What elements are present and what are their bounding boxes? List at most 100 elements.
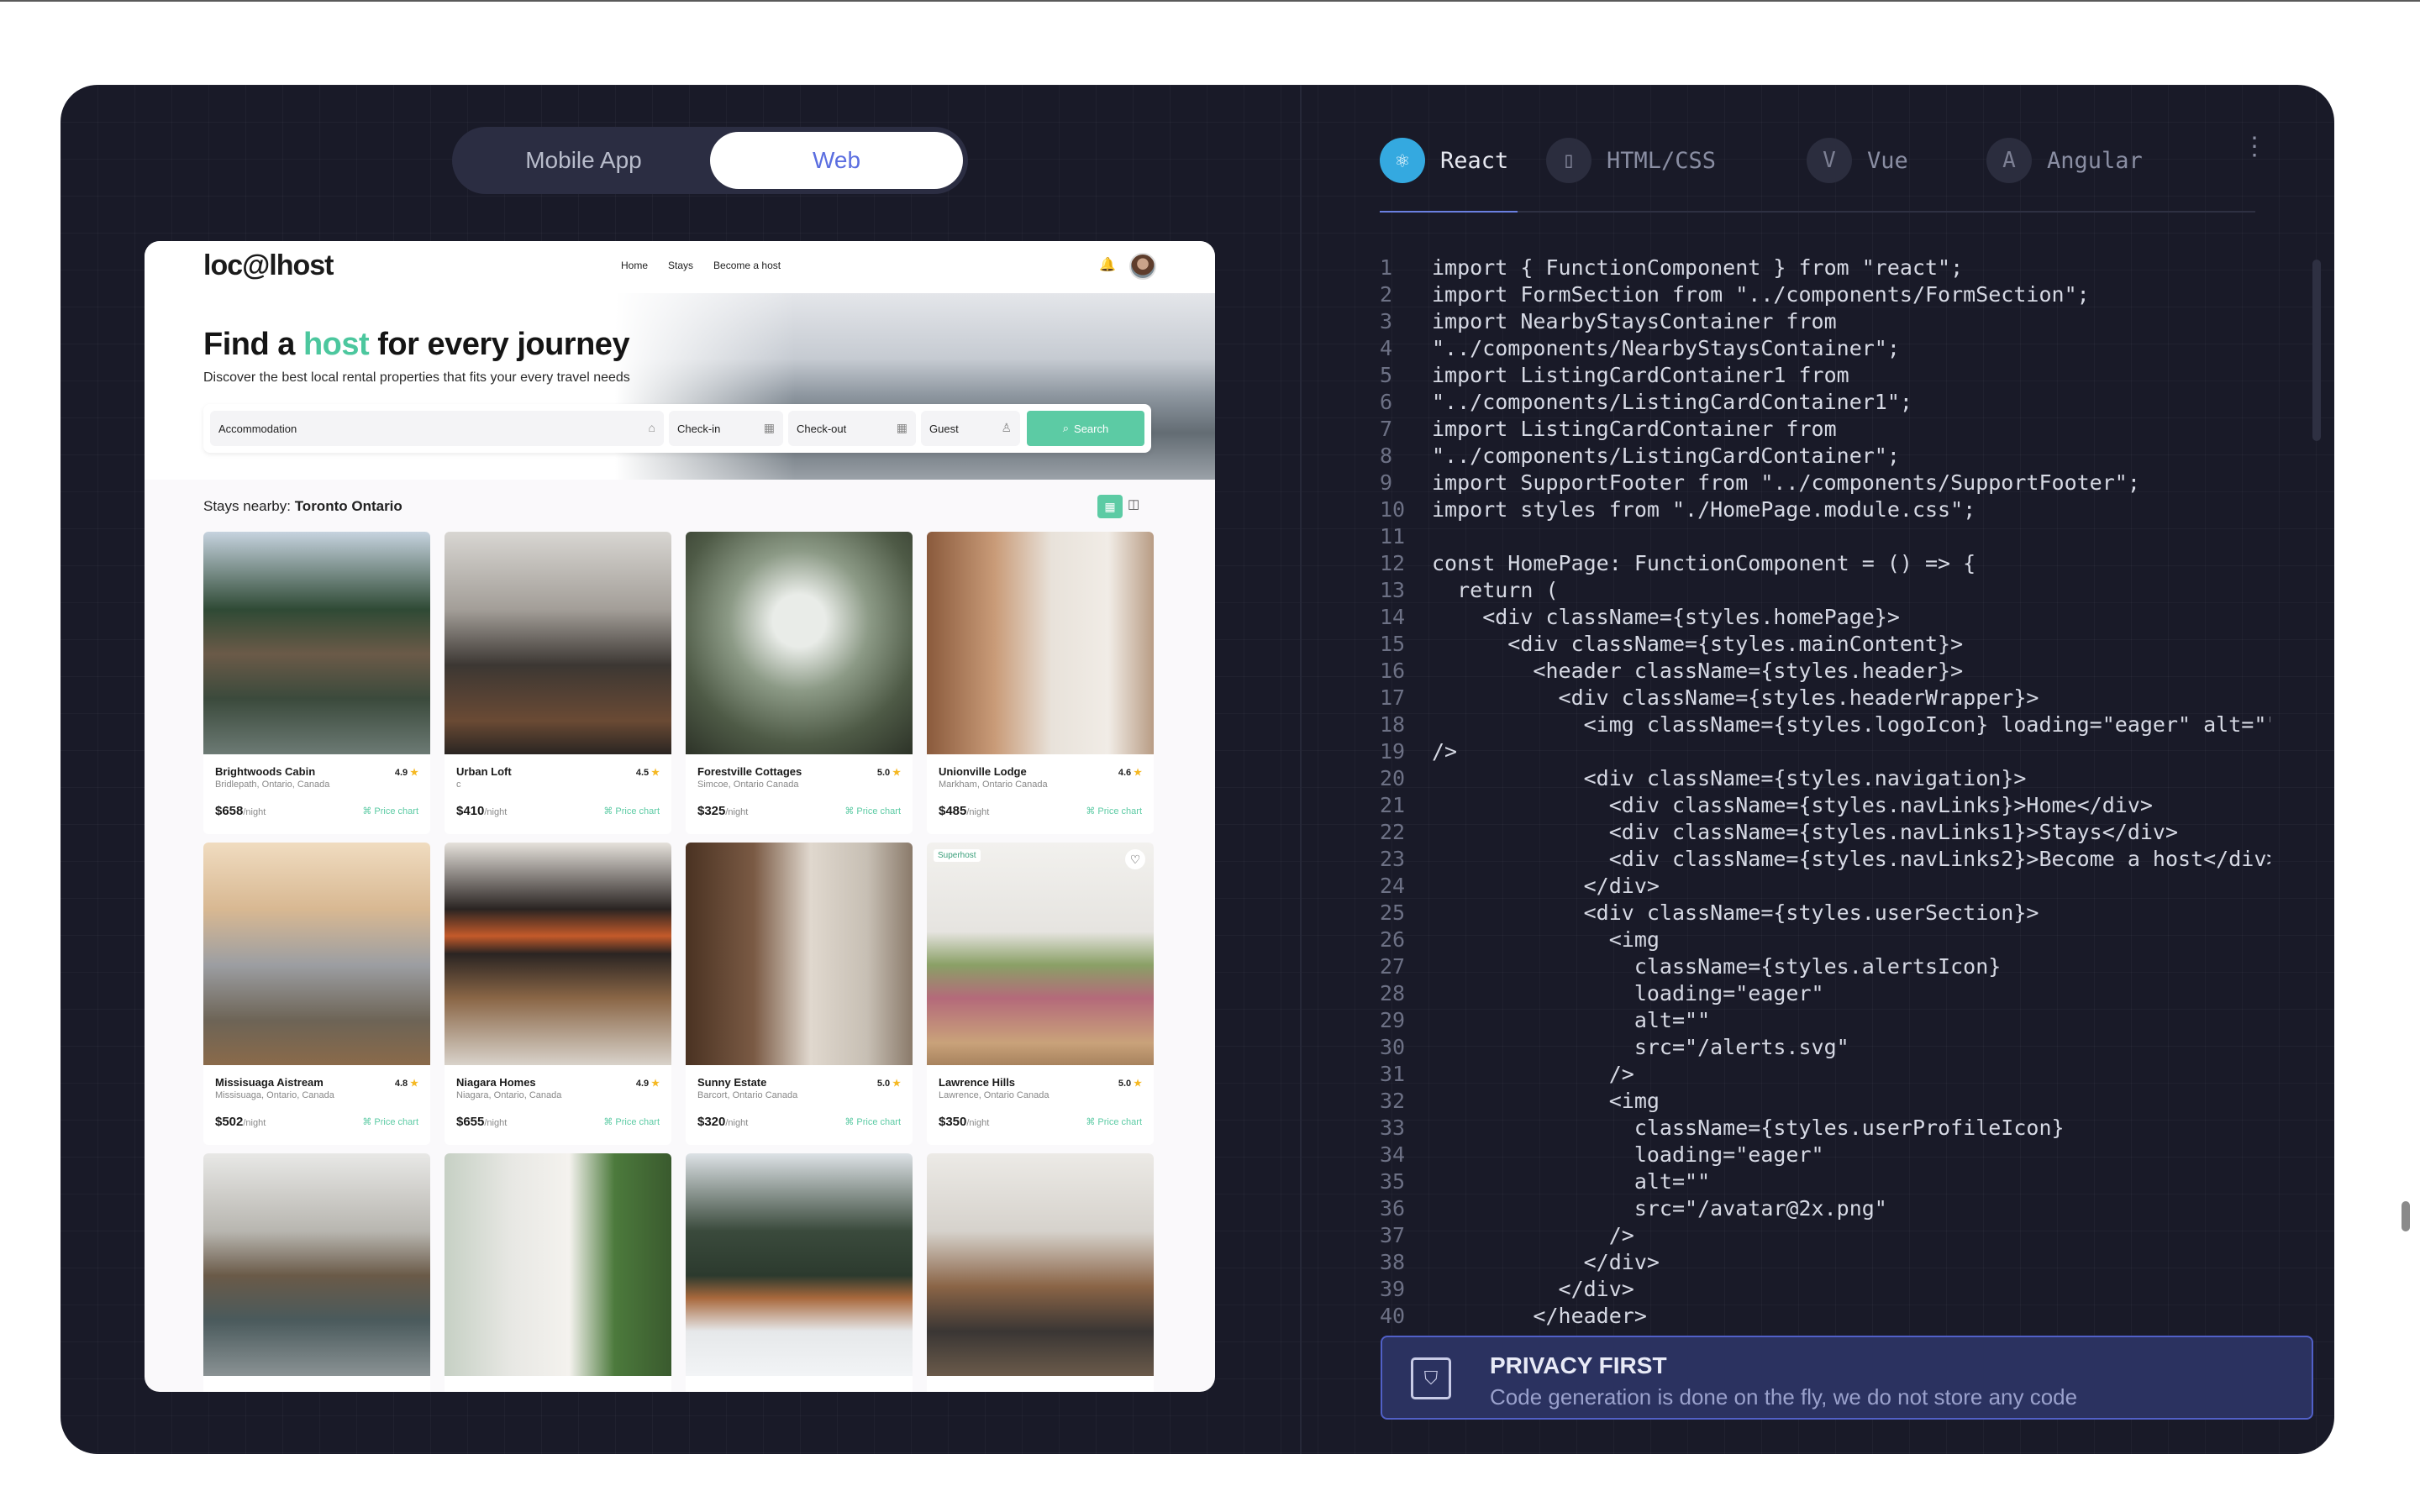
listing-photo: [927, 532, 1154, 754]
listing-rating: 4.6 ★: [1118, 768, 1142, 778]
search-button[interactable]: ⌕ Search: [1027, 411, 1144, 446]
price-chart-link[interactable]: ⌘ Price chart: [362, 1116, 418, 1127]
accommodation-field[interactable]: Accommodation ⌂: [210, 411, 664, 446]
listing-name: Forestville Cottages: [697, 765, 802, 778]
tab-react[interactable]: ⚛ React: [1380, 127, 1508, 194]
listing-photo: [445, 1153, 671, 1376]
code-line: 13 return (: [1380, 577, 2270, 604]
code-line: 18 <img className={styles.logoIcon} load…: [1380, 711, 2270, 738]
listing-card[interactable]: Unionville Lodge Markham, Ontario Canada…: [927, 532, 1154, 834]
listing-card[interactable]: Forestville Cottages Simcoe, Ontario Can…: [686, 532, 913, 834]
code-line: 40 </header>: [1380, 1303, 2270, 1330]
nav-link-stays[interactable]: Stays: [668, 260, 693, 271]
code-line: 3 import NearbyStaysContainer from: [1380, 308, 2270, 335]
web-option[interactable]: Web: [710, 132, 963, 189]
line-number: 9: [1380, 470, 1393, 495]
listing-photo: [686, 1153, 913, 1376]
listing-card[interactable]: Sunny Estate Barcort, Ontario Canada 5.0…: [686, 843, 913, 1145]
code-text: <header className={styles.header}>: [1432, 659, 1964, 683]
listing-rating: 4.8 ★: [394, 1079, 418, 1089]
listing-name: Lawrence Hills: [939, 1076, 1016, 1089]
star-icon: ★: [410, 1079, 418, 1089]
code-line: 1 import { FunctionComponent } from "reac…: [1380, 255, 2270, 281]
line-number: 26: [1380, 927, 1406, 952]
code-text: import { FunctionComponent } from "react…: [1432, 255, 1964, 280]
code-text: />: [1432, 739, 1458, 764]
code-text: </div>: [1432, 1277, 1634, 1301]
price-chart-link[interactable]: ⌘ Price chart: [362, 806, 418, 816]
tab-vue[interactable]: V Vue: [1807, 127, 1908, 194]
tab-angular[interactable]: A Angular: [1986, 127, 2143, 194]
mobile-app-option[interactable]: Mobile App: [457, 132, 710, 189]
line-number: 11: [1380, 524, 1406, 549]
listing-card[interactable]: [927, 1153, 1154, 1392]
checkout-field[interactable]: Check-out ▦: [788, 411, 916, 446]
line-number: 18: [1380, 712, 1406, 737]
site-logo[interactable]: loc@lhost: [203, 249, 334, 282]
code-text: <div className={styles.navLinks}>Home</d…: [1432, 793, 2153, 817]
price-chart-link[interactable]: ⌘ Price chart: [1086, 806, 1142, 816]
listing-card[interactable]: Niagara Homes Niagara, Ontario, Canada 4…: [445, 843, 671, 1145]
checkin-field[interactable]: Check-in ▦: [669, 411, 783, 446]
listing-name: Niagara Homes: [456, 1076, 536, 1089]
line-number: 30: [1380, 1035, 1406, 1059]
bell-icon[interactable]: 🔔: [1099, 258, 1116, 273]
listing-name: Sunny Estate: [697, 1076, 767, 1089]
listing-photo: [927, 1153, 1154, 1376]
listing-rating: 4.5 ★: [635, 768, 660, 778]
code-text: import styles from "./HomePage.module.cs…: [1432, 497, 1976, 522]
line-number: 24: [1380, 874, 1406, 898]
vue-icon: V: [1807, 138, 1852, 183]
code-text: loading="eager": [1432, 1142, 1824, 1167]
line-number: 13: [1380, 578, 1406, 602]
star-icon: ★: [1134, 768, 1142, 778]
code-line: 31 />: [1380, 1061, 2270, 1088]
code-scrollbar[interactable]: [2312, 260, 2321, 441]
guest-field[interactable]: Guest ♙: [921, 411, 1020, 446]
line-number: 29: [1380, 1008, 1406, 1032]
code-line: 22 <div className={styles.navLinks1}>Sta…: [1380, 819, 2270, 846]
line-number: 3: [1380, 309, 1393, 333]
more-options-icon[interactable]: ⋮: [2242, 132, 2267, 161]
code-line: 4 "../components/NearbyStaysContainer";: [1380, 335, 2270, 362]
heart-icon[interactable]: ♡: [1125, 849, 1145, 869]
shield-window-icon: ⛉: [1411, 1357, 1451, 1399]
listing-card[interactable]: Brightwoods Cabin Bridlepath, Ontario, C…: [203, 532, 430, 834]
grid-view-icon[interactable]: ▦: [1097, 495, 1123, 518]
listing-card[interactable]: [445, 1153, 671, 1392]
privacy-banner: ⛉ PRIVACY FIRST Code generation is done …: [1381, 1336, 2313, 1420]
tab-html-css[interactable]: ▯ HTML/CSS: [1546, 127, 1716, 194]
code-text: className={styles.alertsIcon}: [1432, 954, 2002, 979]
nav-link-home[interactable]: Home: [621, 260, 648, 271]
price-chart-link[interactable]: ⌘ Price chart: [603, 806, 660, 816]
listing-card[interactable]: [203, 1153, 430, 1392]
listing-card[interactable]: Missisuaga Aistream Missisuaga, Ontario,…: [203, 843, 430, 1145]
code-line: 21 <div className={styles.navLinks}>Home…: [1380, 792, 2270, 819]
line-number: 10: [1380, 497, 1406, 522]
code-text: return (: [1432, 578, 1559, 602]
code-line: 5 import ListingCardContainer1 from: [1380, 362, 2270, 389]
listing-photo: [203, 532, 430, 754]
price-chart-link[interactable]: ⌘ Price chart: [1086, 1116, 1142, 1127]
avatar[interactable]: [1129, 253, 1156, 280]
code-line: 11: [1380, 523, 2270, 550]
code-editor[interactable]: 1 import { FunctionComponent } from "reac…: [1380, 255, 2270, 1414]
panel-divider: [1300, 85, 1302, 1454]
map-view-icon[interactable]: ◫: [1128, 496, 1139, 512]
price-chart-link[interactable]: ⌘ Price chart: [844, 1116, 901, 1127]
listing-card[interactable]: Urban Loft c 4.5 ★ $410/night ⌘ Price cha…: [445, 532, 671, 834]
nav-link-become-host[interactable]: Become a host: [713, 260, 781, 271]
price-chart-link[interactable]: ⌘ Price chart: [603, 1116, 660, 1127]
listing-price: $502/night: [215, 1115, 266, 1129]
listing-card[interactable]: [686, 1153, 913, 1392]
line-number: 14: [1380, 605, 1406, 629]
code-line: 25 <div className={styles.userSection}>: [1380, 900, 2270, 927]
page-scrollbar[interactable]: [2402, 1201, 2410, 1231]
price-chart-link[interactable]: ⌘ Price chart: [844, 806, 901, 816]
code-text: src="/alerts.svg": [1432, 1035, 1849, 1059]
line-number: 7: [1380, 417, 1393, 441]
listing-card[interactable]: Superhost ♡ Lawrence Hills Lawrence, Ont…: [927, 843, 1154, 1145]
listing-photo: [927, 843, 1154, 1065]
code-text: import ListingCardContainer1 from: [1432, 363, 1849, 387]
listing-location: Lawrence, Ontario Canada: [939, 1090, 1050, 1100]
